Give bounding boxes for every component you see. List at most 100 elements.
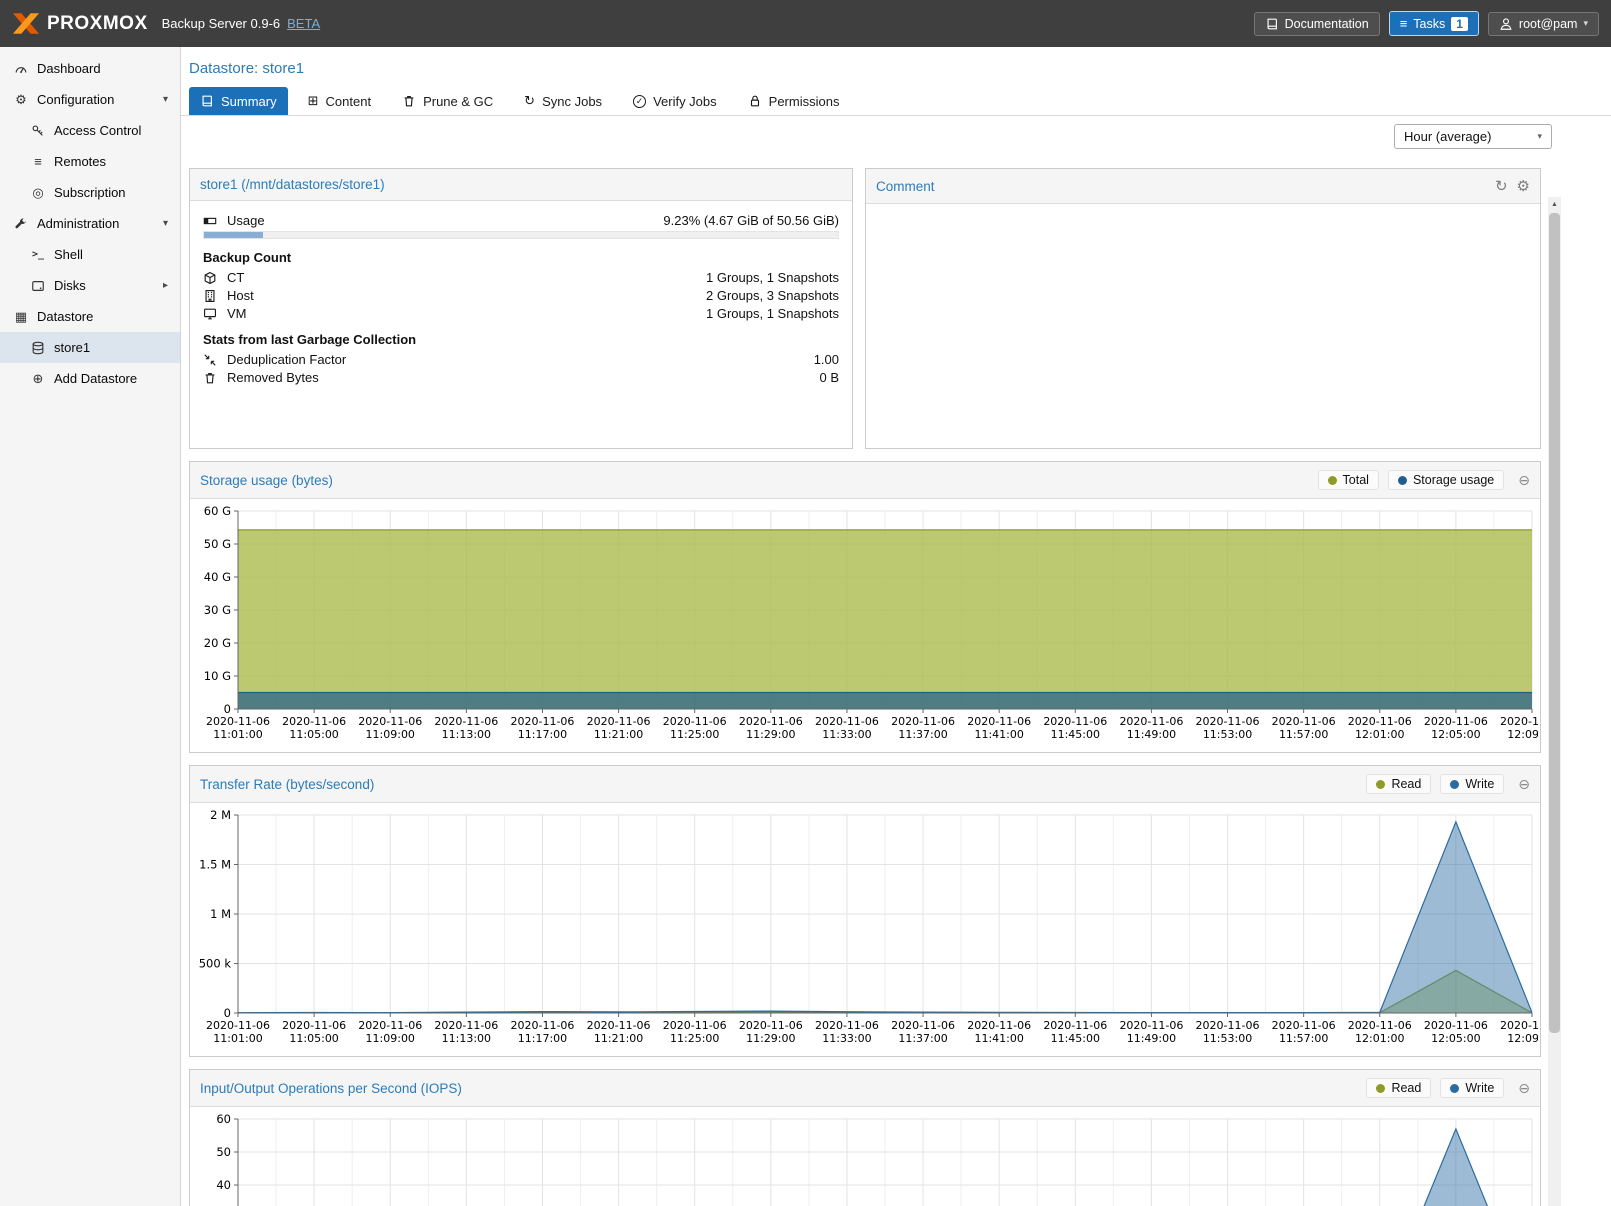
collapse-panel-icon[interactable]: ⊖ <box>1518 776 1530 793</box>
svg-text:20 G: 20 G <box>204 636 231 650</box>
panel-header: Input/Output Operations per Second (IOPS… <box>190 1070 1540 1107</box>
chart-body: 010 G20 G30 G40 G50 G60 G2020-11-0611:01… <box>190 499 1540 752</box>
sidebar-item-subscription[interactable]: ◎Subscription <box>0 177 180 208</box>
tab-verify-jobs[interactable]: ✓Verify Jobs <box>622 87 728 115</box>
scrollbar-thumb[interactable] <box>1549 213 1560 1033</box>
svg-text:11:09:00: 11:09:00 <box>366 1032 415 1045</box>
legend-read[interactable]: Read <box>1366 774 1431 794</box>
proxmox-x-icon <box>12 13 40 34</box>
legend-write[interactable]: Write <box>1440 774 1504 794</box>
collapse-panel-icon[interactable]: ⊖ <box>1518 472 1530 489</box>
svg-text:500 k: 500 k <box>199 957 232 971</box>
svg-text:11:53:00: 11:53:00 <box>1203 1032 1252 1045</box>
sidebar-item-disks[interactable]: Disks▸ <box>0 270 180 301</box>
shell-icon: >_ <box>29 249 47 260</box>
collapse-panel-icon[interactable]: ⊖ <box>1518 1080 1530 1097</box>
datastore-summary-panel: store1 (/mnt/datastores/store1) Usage 9.… <box>189 168 853 449</box>
svg-text:2020-11-06: 2020-11-06 <box>587 1019 651 1032</box>
top-header: PROXMOX Backup Server 0.9-6 BETA Documen… <box>0 0 1611 47</box>
vertical-scrollbar[interactable]: ▲ <box>1548 197 1561 1206</box>
beta-link[interactable]: BETA <box>287 16 320 31</box>
svg-text:11:37:00: 11:37:00 <box>898 728 947 741</box>
sidebar-item-shell[interactable]: >_Shell <box>0 239 180 270</box>
legend-storage-usage[interactable]: Storage usage <box>1388 470 1504 490</box>
chart-body: 0500 k1 M1.5 M2 M2020-11-0611:01:002020-… <box>190 803 1540 1056</box>
sidebar-item-dashboard[interactable]: Dashboard <box>0 53 180 84</box>
svg-text:2020-11-06: 2020-11-06 <box>1348 1019 1412 1032</box>
legend-total[interactable]: Total <box>1318 470 1379 490</box>
sidebar-item-label: Disks <box>54 278 86 293</box>
lock-icon <box>748 94 762 108</box>
grid-icon: ⊞ <box>308 93 319 109</box>
tab-label: Verify Jobs <box>653 94 717 109</box>
svg-text:2020-11-06: 2020-11-06 <box>1119 715 1183 728</box>
svg-text:1 M: 1 M <box>210 907 231 921</box>
svg-text:2020-11-06: 2020-11-06 <box>891 1019 955 1032</box>
tab-summary[interactable]: Summary <box>189 87 288 115</box>
usage-icon <box>203 214 222 228</box>
svg-text:11:25:00: 11:25:00 <box>670 728 719 741</box>
sidebar-item-label: store1 <box>54 340 90 355</box>
section-title-stats-from-last-garbage-collection: Stats from last Garbage Collection <box>203 332 839 347</box>
transfer-rate-panel: Transfer Rate (bytes/second) ReadWrite⊖ … <box>189 765 1541 1057</box>
compress-icon <box>203 353 222 367</box>
sidebar-item-remotes[interactable]: ≡Remotes <box>0 146 180 177</box>
svg-text:11:05:00: 11:05:00 <box>289 1032 338 1045</box>
tab-label: Prune & GC <box>423 94 493 109</box>
panel-title: store1 (/mnt/datastores/store1) <box>200 177 385 192</box>
sidebar-item-datastore[interactable]: ▦Datastore <box>0 301 180 332</box>
tab-label: Content <box>326 94 372 109</box>
chevron-down-icon: ▾ <box>1583 18 1588 29</box>
svg-text:2020-11-06: 2020-11-06 <box>1119 1019 1183 1032</box>
tab-permissions[interactable]: Permissions <box>737 87 851 115</box>
user-menu-button[interactable]: root@pam ▾ <box>1488 12 1599 36</box>
svg-text:11:57:00: 11:57:00 <box>1279 728 1328 741</box>
svg-text:11:45:00: 11:45:00 <box>1051 1032 1100 1045</box>
svg-text:2020-11-06: 2020-11-06 <box>1500 715 1538 728</box>
svg-text:11:01:00: 11:01:00 <box>213 728 262 741</box>
usage-row: Usage 9.23% (4.67 GiB of 50.56 GiB) <box>203 213 839 228</box>
wrench-icon <box>12 217 30 231</box>
iops-panel: Input/Output Operations per Second (IOPS… <box>189 1069 1541 1206</box>
svg-text:2020-11-06: 2020-11-06 <box>206 1019 270 1032</box>
remotes-icon: ≡ <box>29 154 47 169</box>
comment-body[interactable] <box>866 204 1540 222</box>
svg-text:2020-11-06: 2020-11-06 <box>739 1019 803 1032</box>
tasks-button[interactable]: ≡ Tasks 1 <box>1389 11 1479 36</box>
sidebar-item-configuration[interactable]: ⚙Configuration▾ <box>0 84 180 115</box>
scrollbar-up-arrow[interactable]: ▲ <box>1548 197 1561 211</box>
row-value: 0 B <box>819 370 839 385</box>
tab-sync-jobs[interactable]: ↻Sync Jobs <box>513 87 613 115</box>
sidebar-item-add-datastore[interactable]: ⊕Add Datastore <box>0 363 180 394</box>
legend-read[interactable]: Read <box>1366 1078 1431 1098</box>
trash-icon <box>203 371 222 385</box>
summary-row-deduplication-factor: Deduplication Factor1.00 <box>203 352 839 367</box>
svg-text:2020-11-06: 2020-11-06 <box>358 1019 422 1032</box>
sidebar-item-access-control[interactable]: Access Control <box>0 115 180 146</box>
sidebar-item-administration[interactable]: Administration▾ <box>0 208 180 239</box>
tab-prune-gc[interactable]: Prune & GC <box>391 87 504 115</box>
svg-text:2020-11-06: 2020-11-06 <box>663 1019 727 1032</box>
documentation-button[interactable]: Documentation <box>1254 12 1380 36</box>
legend-label: Storage usage <box>1413 473 1494 487</box>
row-value: 2 Groups, 3 Snapshots <box>706 288 839 303</box>
reload-icon[interactable]: ↻ <box>1495 177 1508 195</box>
svg-text:2 M: 2 M <box>210 808 231 822</box>
summary-row-ct: CT1 Groups, 1 Snapshots <box>203 270 839 285</box>
svg-text:11:49:00: 11:49:00 <box>1127 1032 1176 1045</box>
sidebar-item-label: Administration <box>37 216 119 231</box>
legend-write[interactable]: Write <box>1440 1078 1504 1098</box>
svg-text:12:05:00: 12:05:00 <box>1431 728 1480 741</box>
sidebar-item-store1[interactable]: store1 <box>0 332 180 363</box>
tasks-count-badge: 1 <box>1451 17 1468 31</box>
timeframe-select[interactable]: Hour (average) ▾ <box>1394 124 1552 149</box>
row-value: 1 Groups, 1 Snapshots <box>706 270 839 285</box>
svg-text:2020-11-06: 2020-11-06 <box>282 1019 346 1032</box>
panel-tools: ↻⚙ <box>1495 177 1530 195</box>
gear-icon[interactable]: ⚙ <box>1517 177 1530 195</box>
documentation-label: Documentation <box>1285 17 1369 31</box>
svg-text:2020-11-06: 2020-11-06 <box>1196 1019 1260 1032</box>
svg-text:12:01:00: 12:01:00 <box>1355 728 1404 741</box>
tab-content[interactable]: ⊞ Content <box>297 87 382 115</box>
svg-text:11:33:00: 11:33:00 <box>822 1032 871 1045</box>
